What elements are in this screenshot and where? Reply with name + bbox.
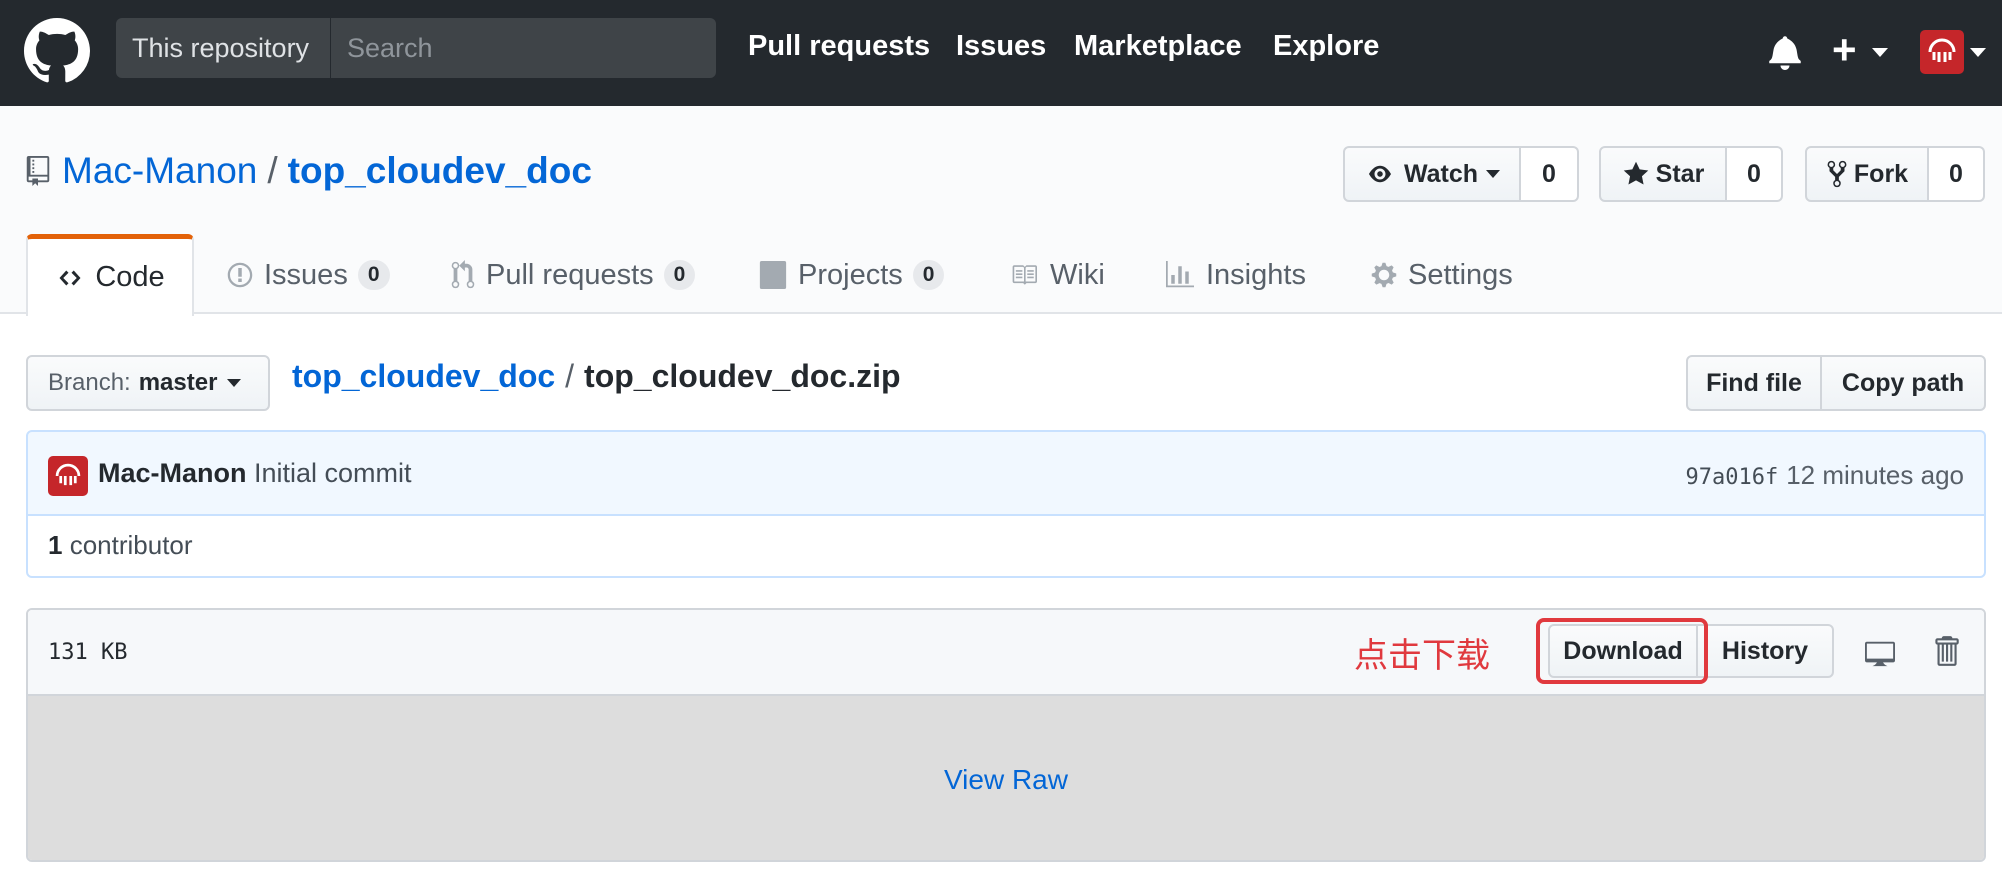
download-annotation: 点击下载 [1354,636,1490,676]
nav-explore[interactable]: Explore [1273,30,1379,63]
tab-label: Issues [264,258,348,291]
contributors-summary[interactable]: 1 contributor [26,514,1986,578]
tab-counter: 0 [912,260,945,290]
commit-meta: 97a016f 12 minutes ago [1685,460,1964,491]
avatar [1920,30,1964,74]
find-file-button[interactable]: Find file [1686,355,1822,411]
tab-issues[interactable]: Issues 0 [226,234,390,316]
code-icon [59,270,81,285]
star-button[interactable]: Star [1599,146,1727,202]
eye-icon [1368,165,1391,183]
tab-wiki[interactable]: Wiki [1008,234,1105,316]
commit-tease: Mac-Manon Initial commit 97a016f 12 minut… [26,430,1986,516]
repo-header: Mac-Manon / top_cloudev_doc Watch 0 Star 0… [0,106,2002,316]
tab-counter: 0 [663,260,696,290]
chevron-down-icon [1872,48,1888,57]
tab-counter: 0 [357,260,390,290]
tab-label: Settings [1408,258,1513,291]
gear-icon [1371,262,1397,288]
issue-opened-icon [227,262,253,288]
book-icon [1012,265,1037,285]
bell-icon[interactable] [1768,34,1802,70]
search-scope-label: This repository [116,18,330,78]
branch-value: master [138,369,218,396]
chevron-down-icon [1486,170,1501,178]
git-pull-request-icon [451,260,475,289]
tab-pull-requests[interactable]: Pull requests 0 [450,234,696,316]
repo-icon [26,156,50,186]
graph-icon [1166,261,1194,288]
breadcrumb-file: top_cloudev_doc.zip [584,358,901,394]
path-separator: / [267,150,278,191]
tab-settings[interactable]: Settings [1370,234,1513,316]
commit-author-link[interactable]: Mac-Manon [98,458,247,489]
chevron-down-icon [227,379,242,387]
file-box: 131 KB 点击下载 Download History View Raw [26,608,1986,862]
project-icon [759,261,787,289]
github-octocat-icon[interactable] [24,18,90,84]
tab-label: Code [95,261,165,293]
repo-forked-icon [1827,160,1847,188]
path-separator: / [565,358,575,394]
blob-view: View Raw [28,696,1984,860]
watch-button[interactable]: Watch [1343,146,1521,202]
branch-label: Branch: [48,369,131,396]
breadcrumb: top_cloudev_doc / top_cloudev_doc.zip [292,358,901,395]
chevron-down-icon [1970,48,1986,57]
tab-label: Wiki [1050,258,1105,291]
star-count[interactable]: 0 [1727,146,1783,202]
tab-code[interactable]: Code [26,234,194,316]
fork-label: Fork [1853,159,1909,188]
tab-insights[interactable]: Insights [1164,234,1306,316]
avatar-glyph-icon [1928,38,1956,62]
history-button[interactable]: History [1696,624,1834,678]
copy-path-button[interactable]: Copy path [1820,355,1986,411]
star-label: Star [1655,159,1705,188]
tab-label: Pull requests [486,258,654,291]
contributors-count: 1 [48,530,63,560]
avatar-glyph-icon [55,463,81,486]
watch-label: Watch [1403,159,1479,188]
fork-count[interactable]: 0 [1929,146,1985,202]
top-header: This repository Pull requests Issues Mar… [0,0,2002,106]
file-size: 131 KB [48,640,128,665]
nav-issues[interactable]: Issues [956,30,1046,63]
tab-label: Projects [798,258,903,291]
nav-marketplace[interactable]: Marketplace [1074,30,1242,63]
tab-label: Insights [1206,258,1306,291]
commit-message-link[interactable]: Initial commit [254,458,412,489]
breadcrumb-root-link[interactable]: top_cloudev_doc [292,358,555,394]
repo-title: Mac-Manon / top_cloudev_doc [62,150,592,192]
branch-select-button[interactable]: Branch: master [26,355,270,411]
view-raw-link[interactable]: View Raw [944,764,1068,796]
repo-name-link[interactable]: top_cloudev_doc [288,150,592,191]
repo-owner-link[interactable]: Mac-Manon [62,150,257,191]
commit-sha-link[interactable]: 97a016f [1685,465,1778,490]
commit-time: 12 minutes ago [1786,460,1964,490]
trash-icon[interactable] [1932,634,1960,668]
contributors-label: contributor [69,530,193,560]
desktop-icon[interactable] [1862,638,1898,668]
file-header: 131 KB 点击下载 Download History [28,610,1984,696]
star-icon [1623,161,1648,185]
tab-projects[interactable]: Projects 0 [758,234,945,316]
download-highlight [1536,618,1708,684]
search-input[interactable] [331,18,716,78]
fork-button[interactable]: Fork [1805,146,1929,202]
watch-count[interactable]: 0 [1521,146,1579,202]
avatar[interactable] [48,456,88,496]
plus-icon: + [1832,26,1857,73]
nav-pull-requests[interactable]: Pull requests [748,30,930,63]
